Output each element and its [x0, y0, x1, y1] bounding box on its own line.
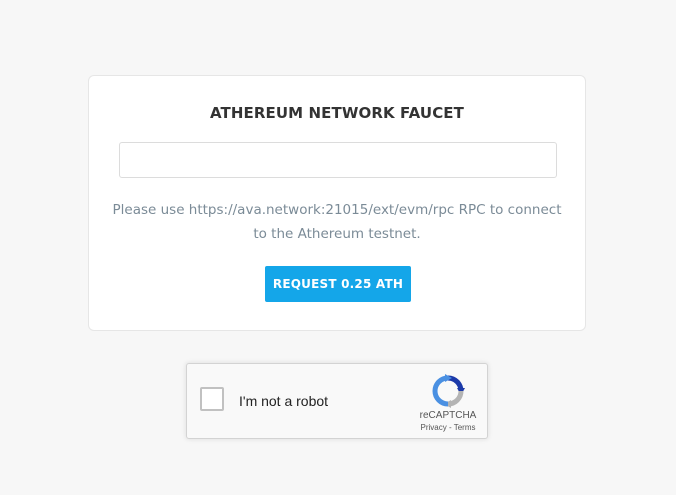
faucet-card: ATHEREUM NETWORK FAUCET Please use https… — [88, 75, 586, 331]
request-tokens-button[interactable]: REQUEST 0.25 ATH — [265, 266, 411, 302]
recaptcha-logo-icon — [432, 374, 465, 408]
privacy-link[interactable]: Privacy — [421, 423, 447, 432]
terms-link[interactable]: Terms — [454, 423, 476, 432]
recaptcha-widget: I'm not a robot reCAPTCHA Privacy - Term… — [186, 363, 488, 439]
rpc-info-text: Please use https://ava.network:21015/ext… — [112, 202, 562, 242]
recaptcha-links: Privacy - Terms — [409, 423, 487, 432]
links-separator: - — [446, 423, 454, 432]
faucet-page: ATHEREUM NETWORK FAUCET Please use https… — [0, 0, 676, 495]
page-title: ATHEREUM NETWORK FAUCET — [210, 104, 464, 122]
recaptcha-label: I'm not a robot — [239, 393, 329, 409]
recaptcha-checkbox[interactable] — [200, 387, 224, 411]
address-input[interactable] — [119, 142, 557, 178]
recaptcha-brand: reCAPTCHA — [419, 410, 477, 421]
